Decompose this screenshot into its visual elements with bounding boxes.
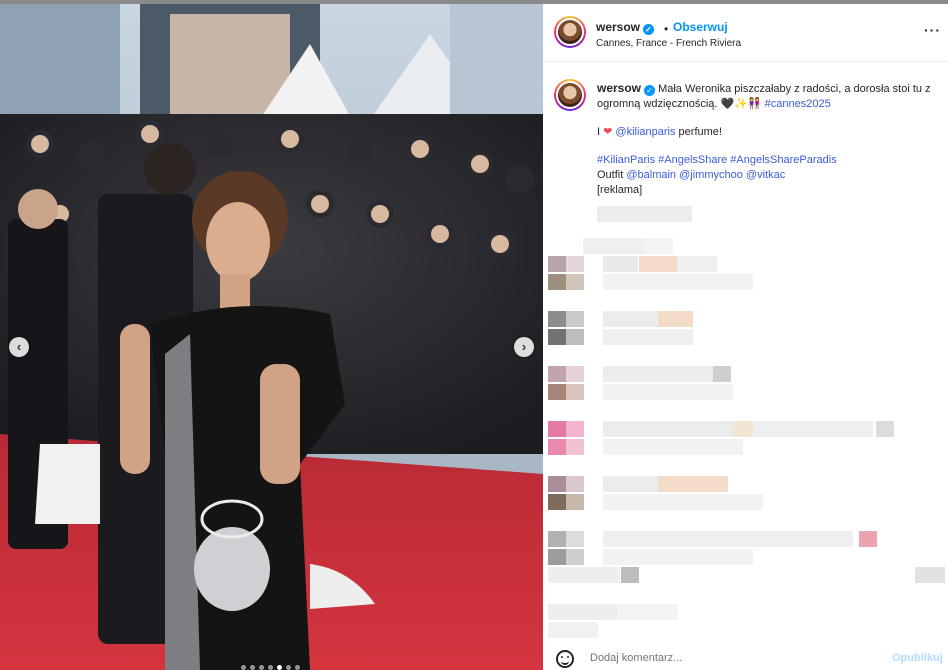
- blurred-block: [583, 238, 643, 254]
- blurred-block: [548, 531, 566, 547]
- verified-badge-icon: ✓: [643, 24, 655, 35]
- author-username-link[interactable]: wersow ✓: [596, 20, 655, 35]
- ad-label: [reklama]: [597, 184, 643, 196]
- slide-dot: [286, 665, 291, 670]
- blurred-block: [677, 256, 717, 272]
- blurred-block: [566, 439, 584, 455]
- blurred-block: [566, 476, 584, 492]
- chevron-left-icon: ‹: [16, 339, 22, 354]
- blurred-block: [548, 567, 620, 583]
- blurred-block: [603, 256, 638, 272]
- blurred-block: [658, 476, 728, 492]
- blurred-block: [618, 604, 678, 620]
- blurred-block: [548, 549, 566, 565]
- blurred-block: [915, 567, 945, 583]
- blurred-block: [603, 421, 733, 437]
- blurred-block: [603, 494, 763, 510]
- publish-button[interactable]: Opublikuj: [892, 652, 943, 664]
- blurred-block: [603, 549, 753, 565]
- blurred-block: [566, 274, 584, 290]
- blurred-block: [603, 439, 743, 455]
- blurred-block: [566, 421, 584, 437]
- blurred-block: [603, 384, 733, 400]
- prev-slide-button[interactable]: ‹: [9, 337, 29, 357]
- mention-jimmychoo[interactable]: @jimmychoo: [679, 169, 743, 181]
- blurred-block: [643, 238, 673, 254]
- follow-button[interactable]: Obserwuj: [673, 20, 728, 34]
- blurred-block: [603, 476, 658, 492]
- slide-dot: [268, 665, 273, 670]
- blurred-block: [548, 366, 566, 382]
- mention-kilianparis[interactable]: @kilianparis: [615, 126, 675, 138]
- photo-scene: [0, 4, 543, 670]
- post-side-panel: wersow ✓ • Obserwuj Cannes, France - Fren…: [543, 4, 948, 670]
- blurred-block: [566, 366, 584, 382]
- blurred-block: [548, 622, 598, 638]
- slide-dot: [241, 665, 246, 670]
- blurred-block: [566, 384, 584, 400]
- chevron-right-icon: ›: [521, 339, 527, 354]
- post-media[interactable]: ‹ ›: [0, 4, 543, 670]
- blurred-block: [603, 274, 753, 290]
- perfume-suffix: perfume!: [678, 126, 722, 138]
- mention-vitkac[interactable]: @vitkac: [746, 169, 785, 181]
- blurred-block: [548, 604, 618, 620]
- blurred-block: [548, 439, 566, 455]
- blurred-block: [566, 531, 584, 547]
- post-header: wersow ✓ • Obserwuj Cannes, France - Fren…: [543, 4, 948, 62]
- caption-avatar[interactable]: [554, 79, 586, 111]
- blurred-block: [876, 421, 894, 437]
- slide-dot: [250, 665, 255, 670]
- blurred-block: [566, 329, 584, 345]
- comment-input[interactable]: [590, 652, 880, 664]
- caption-username[interactable]: wersow: [597, 81, 641, 95]
- outfit-label: Outfit: [597, 169, 624, 181]
- next-slide-button[interactable]: ›: [514, 337, 534, 357]
- blurred-block: [548, 421, 566, 437]
- blurred-block: [603, 531, 853, 547]
- slide-dot: [295, 665, 300, 670]
- blurred-block: [548, 274, 566, 290]
- blurred-block: [566, 311, 584, 327]
- hashtags[interactable]: #KilianParis #AngelsShare #AngelsSharePa…: [597, 154, 837, 166]
- blurred-block: [621, 567, 639, 583]
- perfume-prefix: I: [597, 126, 601, 138]
- avatar[interactable]: [554, 16, 586, 48]
- blurred-block: [566, 549, 584, 565]
- slide-dot: [277, 665, 282, 670]
- username-text[interactable]: wersow: [596, 20, 640, 34]
- blurred-block: [639, 256, 677, 272]
- blurred-block: [603, 311, 658, 327]
- blurred-block: [713, 366, 731, 382]
- blurred-block: [548, 494, 566, 510]
- comment-bar: Opublikuj: [543, 648, 948, 670]
- blurred-block: [859, 531, 877, 547]
- blurred-block: [603, 366, 713, 382]
- smiley-icon[interactable]: [556, 650, 574, 668]
- blurred-block: [597, 206, 692, 222]
- blurred-block: [658, 311, 693, 327]
- blurred-block: [548, 256, 566, 272]
- post-caption: wersow ✓ Mała Weronika piszczałaby z rado…: [597, 81, 942, 198]
- blurred-block: [548, 329, 566, 345]
- blurred-block: [733, 421, 753, 437]
- blurred-block: [753, 421, 873, 437]
- separator-dot: •: [664, 22, 669, 36]
- heart-icon: ❤: [603, 126, 613, 138]
- blurred-block: [548, 476, 566, 492]
- slide-indicator: [241, 665, 300, 670]
- slide-dot: [259, 665, 264, 670]
- blurred-block: [603, 329, 693, 345]
- blurred-block: [548, 384, 566, 400]
- mention-balmain[interactable]: @balmain: [626, 169, 676, 181]
- more-options-icon[interactable]: ···: [924, 22, 941, 38]
- blurred-block: [566, 256, 584, 272]
- blurred-block: [566, 494, 584, 510]
- hashtag-cannes2025[interactable]: #cannes2025: [765, 98, 831, 110]
- verified-badge-icon: ✓: [644, 85, 656, 96]
- location-link[interactable]: Cannes, France - French Riviera: [596, 38, 741, 49]
- blurred-block: [548, 311, 566, 327]
